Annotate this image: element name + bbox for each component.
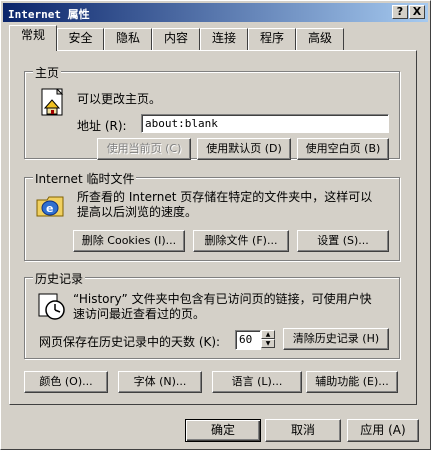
fonts-button[interactable]: 字体 (N)... <box>118 371 202 393</box>
homepage-description: 可以更改主页。 <box>77 92 162 106</box>
window-title: Internet 属性 <box>8 8 90 21</box>
history-days-label: 网页保存在历史记录中的天数 (K): <box>39 335 221 349</box>
help-button[interactable]: ? <box>392 5 408 19</box>
svg-text:e: e <box>46 202 53 215</box>
general-tab-panel: 主页 可以更改主页。 地址 (R): about:blank 使用当前页 (C)… <box>9 50 417 405</box>
days-spin-up-button[interactable]: ▲ <box>261 330 275 339</box>
history-group-title: 历史记录 <box>33 270 86 287</box>
days-spin-down-button[interactable]: ▼ <box>261 339 275 348</box>
tab-programs[interactable]: 程序 <box>248 28 296 50</box>
delete-cookies-button[interactable]: 删除 Cookies (I)... <box>73 230 185 252</box>
temp-settings-button[interactable]: 设置 (S)... <box>297 230 389 252</box>
use-blank-page-button[interactable]: 使用空白页 (B) <box>297 138 389 160</box>
clear-history-button[interactable]: 清除历史记录 (H) <box>283 328 389 350</box>
history-clock-icon <box>38 293 65 320</box>
languages-button[interactable]: 语言 (L)... <box>212 371 302 393</box>
tab-advanced[interactable]: 高级 <box>296 28 344 50</box>
home-page-icon <box>41 88 64 116</box>
accessibility-button[interactable]: 辅助功能 (E)... <box>306 371 398 393</box>
tab-content[interactable]: 内容 <box>152 28 200 50</box>
temp-files-group-title: Internet 临时文件 <box>33 170 137 187</box>
ok-button[interactable]: 确定 <box>185 419 261 442</box>
tab-privacy[interactable]: 隐私 <box>104 28 152 50</box>
use-default-page-button[interactable]: 使用默认页 (D) <box>197 138 291 160</box>
title-bar[interactable]: Internet 属性 ? X <box>3 3 428 22</box>
tab-security[interactable]: 安全 <box>57 28 104 50</box>
internet-properties-dialog: Internet 属性 ? X 常规 安全 隐私 内容 连接 程序 高级 主页 … <box>0 0 431 450</box>
homepage-group-title: 主页 <box>33 64 62 81</box>
tab-general[interactable]: 常规 <box>9 25 57 51</box>
ie-folder-icon: e <box>36 196 64 217</box>
use-current-page-button[interactable]: 使用当前页 (C) <box>97 138 191 160</box>
homepage-address-input[interactable]: about:blank <box>141 114 389 133</box>
apply-button[interactable]: 应用 (A) <box>347 419 419 442</box>
homepage-group: 主页 可以更改主页。 地址 (R): about:blank 使用当前页 (C)… <box>24 64 400 160</box>
history-description-2: 速访问最近查看过的页。 <box>73 307 206 321</box>
temp-files-description-2: 提高以后浏览的速度。 <box>77 205 198 219</box>
colors-button[interactable]: 颜色 (O)... <box>24 371 108 393</box>
close-button[interactable]: X <box>409 5 425 19</box>
history-group: 历史记录 “History” 文件夹中包含有已访问页的链接，可使用户快 速访问最… <box>24 270 400 359</box>
tab-connections[interactable]: 连接 <box>200 28 248 50</box>
address-label: 地址 (R): <box>77 119 127 133</box>
history-days-input[interactable]: 60 <box>235 330 261 350</box>
temp-files-group: Internet 临时文件 e 所查看的 Internet 页存储在特定的文件夹… <box>24 170 400 261</box>
cancel-button[interactable]: 取消 <box>265 419 341 442</box>
delete-files-button[interactable]: 删除文件 (F)... <box>193 230 289 252</box>
